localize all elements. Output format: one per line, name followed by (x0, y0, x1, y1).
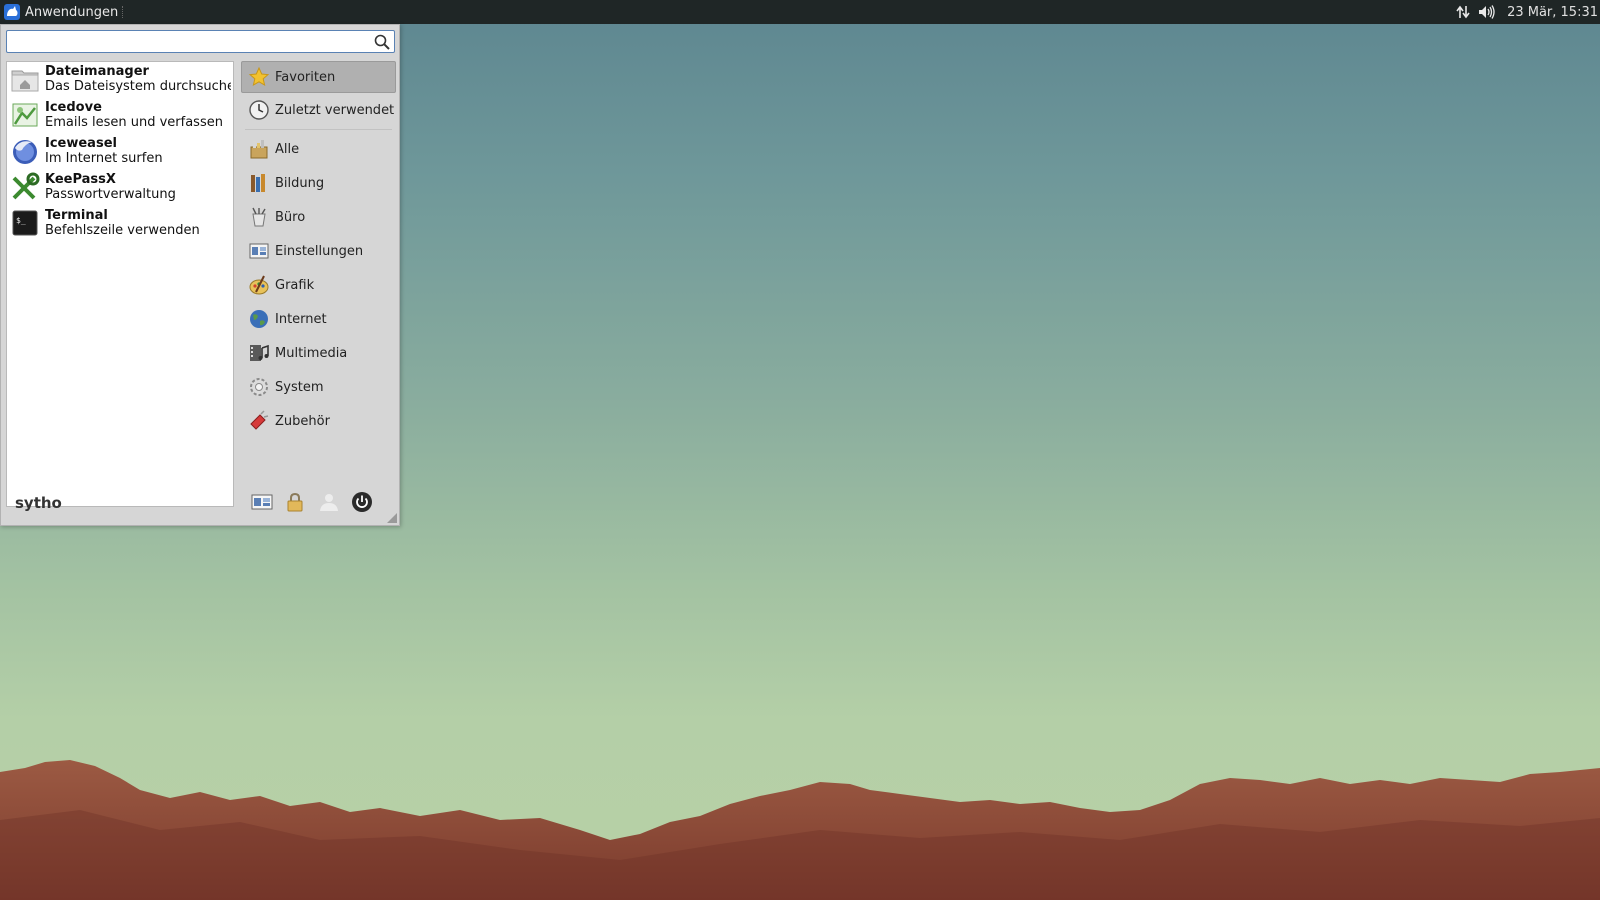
xfce-logo-icon (4, 4, 20, 20)
category-label: Zubehör (275, 413, 330, 429)
category-label: Favoriten (275, 69, 336, 85)
terminal-icon: $_ (12, 210, 38, 236)
app-description: Das Dateisystem durchsuche... (45, 79, 231, 94)
iceweasel-icon (13, 140, 37, 164)
top-panel: Anwendungen 23 Mär, 15:31 (0, 0, 1600, 24)
category-label: System (275, 379, 324, 395)
app-description: Befehlszeile verwenden (45, 223, 200, 238)
category-internet[interactable]: Internet (241, 302, 396, 336)
category-buero[interactable]: Büro (241, 200, 396, 234)
category-label: Zuletzt verwendet (275, 102, 395, 118)
accessories-icon (250, 410, 269, 430)
list-item-keepassx[interactable]: KeePassX Passwortverwaltung (7, 170, 233, 206)
category-system[interactable]: System (241, 370, 396, 404)
category-separator (245, 129, 392, 130)
list-item-dateimanager[interactable]: Dateimanager Das Dateisystem durchsuche.… (7, 62, 233, 98)
category-zuletzt-verwendet[interactable]: Zuletzt verwendet (241, 93, 396, 127)
svg-text:$_: $_ (16, 216, 26, 225)
settings-manager-icon (251, 494, 273, 510)
applications-menu-button[interactable]: Anwendungen (0, 0, 134, 24)
favorites-list: Dateimanager Das Dateisystem durchsuche.… (6, 61, 234, 507)
app-name: Icedove (45, 100, 102, 115)
category-multimedia[interactable]: Multimedia (241, 336, 396, 370)
username-label: sytho (15, 494, 62, 512)
category-list: Favoriten Zuletzt verwendet Alle Bildung (241, 61, 396, 438)
category-einstellungen[interactable]: Einstellungen (241, 234, 396, 268)
category-label: Alle (275, 141, 300, 157)
lock-icon (287, 492, 303, 512)
multimedia-icon (250, 344, 269, 361)
category-zubehoer[interactable]: Zubehör (241, 404, 396, 438)
office-icon (252, 207, 266, 227)
network-updown-icon[interactable] (1454, 3, 1472, 21)
list-item-iceweasel[interactable]: Iceweasel Im Internet surfen (7, 134, 233, 170)
switch-user-icon (320, 494, 338, 511)
category-label: Grafik (275, 277, 315, 293)
category-label: Internet (275, 311, 327, 327)
folder-home-icon (11, 70, 39, 92)
applications-menu-label: Anwendungen (25, 4, 119, 20)
app-description: Im Internet surfen (45, 151, 163, 166)
app-description: Passwortverwaltung (45, 187, 176, 202)
category-grafik[interactable]: Grafik (241, 268, 396, 302)
lock-screen-button[interactable] (283, 490, 307, 514)
category-label: Einstellungen (275, 243, 364, 259)
category-bildung[interactable]: Bildung (241, 166, 396, 200)
category-label: Bildung (275, 175, 325, 191)
switch-user-button[interactable] (317, 490, 341, 514)
search-box (6, 30, 395, 53)
all-apps-icon (250, 140, 268, 159)
settings-icon (249, 243, 269, 259)
keepassx-icon (12, 172, 40, 200)
menu-footer: sytho (1, 492, 399, 525)
resize-grip[interactable] (387, 513, 397, 523)
category-alle[interactable]: Alle (241, 132, 396, 166)
volume-icon[interactable] (1478, 3, 1496, 21)
search-icon[interactable] (373, 33, 391, 51)
category-label: Multimedia (275, 345, 348, 361)
app-name: Dateimanager (45, 64, 149, 79)
graphics-icon (249, 275, 269, 295)
power-icon (352, 492, 372, 512)
gear-icon (250, 378, 268, 396)
settings-manager-button[interactable] (250, 490, 274, 514)
app-description: Emails lesen und verfassen (45, 115, 223, 130)
category-favoriten[interactable]: Favoriten (241, 61, 396, 93)
list-item-terminal[interactable]: $_ Terminal Befehlszeile verwenden (7, 206, 233, 242)
app-name: Terminal (45, 208, 108, 223)
app-name: KeePassX (45, 172, 116, 187)
panel-handle (122, 6, 126, 18)
clock-icon (249, 100, 269, 120)
power-button[interactable] (350, 490, 374, 514)
search-input[interactable] (7, 32, 373, 51)
star-icon (248, 66, 270, 86)
list-item-icedove[interactable]: Icedove Emails lesen und verfassen (7, 98, 233, 134)
app-name: Iceweasel (45, 136, 117, 151)
panel-tray: 23 Mär, 15:31 (1451, 0, 1600, 24)
mountain-range-image (0, 760, 1600, 900)
globe-icon (250, 310, 268, 328)
icedove-icon (12, 103, 38, 127)
category-label: Büro (275, 209, 306, 225)
education-icon (251, 174, 265, 192)
whisker-menu: Dateimanager Das Dateisystem durchsuche.… (0, 24, 400, 526)
clock[interactable]: 23 Mär, 15:31 (1507, 5, 1598, 20)
